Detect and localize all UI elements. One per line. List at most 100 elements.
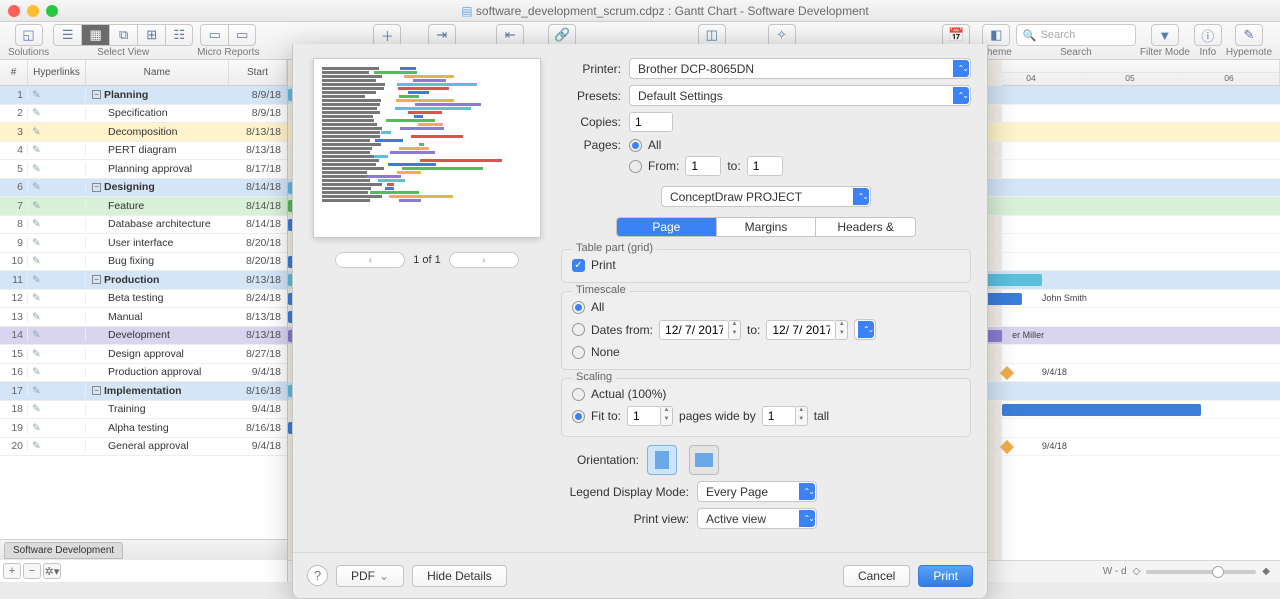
table-row[interactable]: 7✎Feature8/14/18 [0,197,287,216]
table-row[interactable]: 3✎Decomposition8/13/18 [0,123,287,142]
col-number[interactable]: # [0,60,28,85]
ts-extra-select[interactable] [854,319,876,340]
table-row[interactable]: 4✎PERT diagram8/13/18 [0,142,287,161]
collapse-icon[interactable]: − [92,90,101,99]
table-row[interactable]: 17✎−Implementation8/16/18 [0,382,287,401]
table-row[interactable]: 20✎General approval9/4/18 [0,438,287,457]
print-grid-check[interactable] [572,259,585,272]
calendar-button[interactable]: 📅 [942,24,970,46]
table-row[interactable]: 2✎Specification8/9/18 [0,105,287,124]
diagram-button[interactable]: ◫ [698,24,726,46]
ts-all-radio[interactable] [572,301,585,314]
pages-from-input[interactable] [685,156,721,176]
gantt-bar[interactable] [1002,404,1200,416]
help-button[interactable]: ? [307,565,328,586]
sc-actual-radio[interactable] [572,388,585,401]
table-row[interactable]: 6✎−Designing8/14/18 [0,179,287,198]
view-btn-4[interactable]: ⊞ [137,24,165,46]
printer-select[interactable]: Brother DCP-8065DN [629,58,971,79]
cancel-button[interactable]: Cancel [843,565,910,587]
col-hyperlinks[interactable]: Hyperlinks [28,60,86,85]
view-btn-1[interactable]: ☰ [53,24,81,46]
sc-fit-radio[interactable] [572,410,585,423]
milestone-icon[interactable] [1000,365,1014,379]
add-item-button[interactable]: ＋ [373,24,401,46]
zoom-in-icon[interactable]: ◆ [1262,566,1270,577]
filter-button[interactable]: ▼ [1151,24,1179,46]
legend-select[interactable]: Every Page [697,481,817,502]
table-row[interactable]: 18✎Training9/4/18 [0,401,287,420]
stepper-icon[interactable]: ▲▼ [661,406,673,426]
copies-input[interactable] [629,112,673,132]
orientation-landscape[interactable] [689,445,719,475]
print-dialog: ‹ 1 of 1 › Printer: Brother DCP-8065DN P… [292,44,988,599]
stepper-icon[interactable]: ▲▼ [836,320,848,340]
info-button[interactable]: ⓘ [1194,24,1222,46]
search-input[interactable]: 🔍Search [1016,24,1136,46]
hide-details-button[interactable]: Hide Details [412,565,507,587]
pages-from-radio[interactable] [629,160,642,173]
col-name[interactable]: Name [86,60,229,85]
collapse-icon[interactable]: − [92,386,101,395]
ts-none-radio[interactable] [572,346,585,359]
col-start[interactable]: Start [229,60,287,85]
theme-button[interactable]: ◧ [982,24,1010,46]
table-row[interactable]: 1✎−Planning8/9/18 [0,86,287,105]
presets-select[interactable]: Default Settings [629,85,971,106]
zoom-slider[interactable] [1146,570,1256,574]
stepper-icon[interactable]: ▲▼ [729,320,741,340]
prev-page-button[interactable]: ‹ [335,252,405,268]
document-tab[interactable]: Software Development [4,542,123,559]
table-row[interactable]: 5✎Planning approval8/17/18 [0,160,287,179]
pages-to-input[interactable] [747,156,783,176]
table-row[interactable]: 12✎Beta testing8/24/18 [0,290,287,309]
table-row[interactable]: 10✎Bug fixing8/20/18 [0,253,287,272]
maximize-icon[interactable] [46,5,58,17]
remove-button[interactable]: − [23,563,41,579]
table-row[interactable]: 11✎−Production8/13/18 [0,271,287,290]
link-button[interactable]: 🔗 [548,24,576,46]
table-row[interactable]: 9✎User interface8/20/18 [0,234,287,253]
ts-from-input[interactable] [659,320,729,340]
zoom-out-icon[interactable]: ◇ [1133,566,1141,577]
view-btn-5[interactable]: ☷ [165,24,193,46]
collapse-icon[interactable]: − [92,275,101,284]
pages-all-radio[interactable] [629,139,642,152]
milestone-icon[interactable] [1000,439,1014,453]
micro-2[interactable]: ▭ [228,24,256,46]
mindmap-button[interactable]: ✧ [768,24,796,46]
app-section-select[interactable]: ConceptDraw PROJECT [661,186,871,207]
print-button[interactable]: Print [918,565,973,587]
pdf-button[interactable]: PDF⌄ [336,565,404,587]
stepper-icon[interactable]: ▲▼ [796,406,808,426]
table-row[interactable]: 14✎Development8/13/18 [0,327,287,346]
add-button[interactable]: + [3,563,21,579]
table-row[interactable]: 15✎Design approval8/27/18 [0,345,287,364]
close-icon[interactable] [8,5,20,17]
sc-wide-input[interactable] [627,406,661,426]
ts-to-input[interactable] [766,320,836,340]
tab-headers-footers[interactable]: Headers & Footers [816,218,915,236]
copies-label: Copies: [561,115,621,129]
indent-button[interactable]: ⇥ [428,24,456,46]
tab-page[interactable]: Page [617,218,717,236]
collapse-icon[interactable]: − [92,183,101,192]
solutions-button[interactable]: ◱ [15,24,43,46]
table-row[interactable]: 13✎Manual8/13/18 [0,308,287,327]
tab-margins[interactable]: Margins [717,218,817,236]
micro-1[interactable]: ▭ [200,24,228,46]
view-btn-3[interactable]: ⧉ [109,24,137,46]
minimize-icon[interactable] [27,5,39,17]
next-page-button[interactable]: › [449,252,519,268]
table-row[interactable]: 16✎Production approval9/4/18 [0,364,287,383]
hypernote-button[interactable]: ✎ [1235,24,1263,46]
gear-button[interactable]: ✲▾ [43,563,61,579]
sc-tall-input[interactable] [762,406,796,426]
ts-dates-radio[interactable] [572,323,585,336]
outdent-button[interactable]: ⇤ [496,24,524,46]
view-select[interactable]: Active view [697,508,817,529]
table-row[interactable]: 19✎Alpha testing8/16/18 [0,419,287,438]
table-row[interactable]: 8✎Database architecture8/14/18 [0,216,287,235]
orientation-portrait[interactable] [647,445,677,475]
view-btn-gantt[interactable]: ▦ [81,24,109,46]
